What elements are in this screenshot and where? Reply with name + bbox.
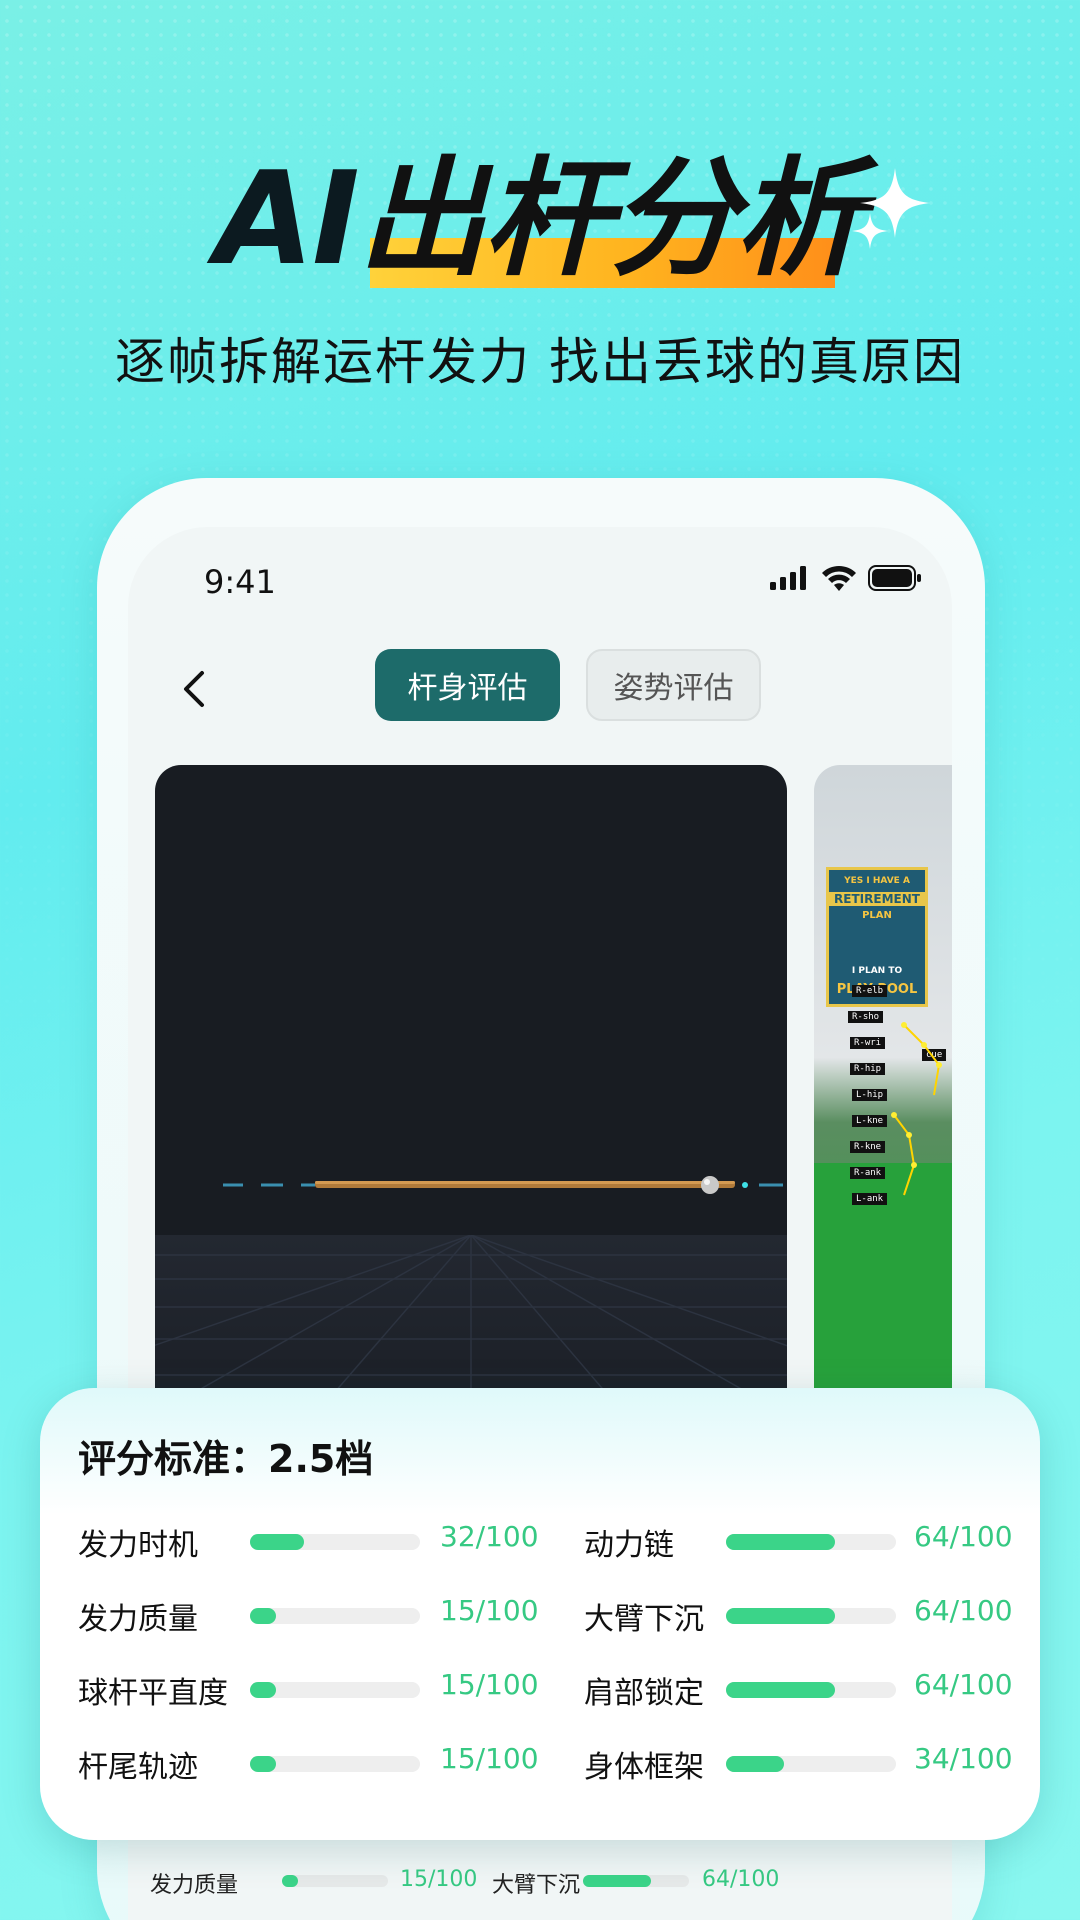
metric-label: 身体框架 xyxy=(584,1750,704,1785)
metric-label: 大臂下沉 xyxy=(584,1602,704,1637)
pose-label: L-kne xyxy=(852,1115,888,1127)
behind-card-metrics-row: 发力质量 15/100 大臂下沉 64/100 xyxy=(150,1867,902,1920)
pose-label: L-ank xyxy=(852,1193,888,1205)
metric-bar xyxy=(726,1682,896,1698)
metric-label: 发力时机 xyxy=(78,1528,198,1563)
pose-label: L-hip xyxy=(852,1089,888,1101)
metric-label: 发力质量 xyxy=(78,1602,198,1637)
back-chevron-icon[interactable] xyxy=(174,667,214,711)
score-card-title: 评分标准：2.5档 xyxy=(78,1437,374,1481)
metric-row: 肩部锁定 64/100 xyxy=(584,1664,1024,1712)
title-rest: 出杆分析 xyxy=(357,145,864,294)
page-title: AI出杆分析 xyxy=(215,150,864,290)
metric-bar-fill xyxy=(250,1756,276,1772)
metric-value: 64/100 xyxy=(702,1867,780,1892)
tab-posture-evaluation[interactable]: 姿势评估 xyxy=(586,649,761,721)
metric-bar-fill xyxy=(726,1534,835,1550)
metric-bar-fill xyxy=(250,1682,276,1698)
metric-bar-fill xyxy=(726,1756,784,1772)
score-card: 评分标准：2.5档 发力时机 32/100 动力链 64/100 发力质量 15… xyxy=(40,1388,1040,1840)
hero-subtitle: 逐帧拆解运杆发力 找出丢球的真原因 xyxy=(115,333,965,391)
metric-row: 动力链 64/100 xyxy=(584,1516,1024,1564)
metric-bar xyxy=(250,1608,420,1624)
metric-bar-fill xyxy=(282,1875,298,1887)
metric-value: 34/100 xyxy=(914,1742,1013,1775)
metric-bar xyxy=(250,1756,420,1772)
metric-value: 15/100 xyxy=(440,1594,539,1627)
title-ai: AI xyxy=(215,145,360,294)
metric-bar xyxy=(726,1756,896,1772)
pose-label: R-ank xyxy=(850,1167,886,1179)
cue-stick xyxy=(223,1176,783,1194)
metric-label: 杆尾轨迹 xyxy=(78,1750,198,1785)
metric-label: 动力链 xyxy=(584,1528,674,1563)
metric-bar xyxy=(583,1875,689,1887)
posture-photo-preview[interactable]: YES I HAVE A RETIREMENT PLAN I PLAN TO P… xyxy=(814,765,952,1415)
pose-label: R-hip xyxy=(850,1063,886,1075)
metric-bar xyxy=(726,1608,896,1624)
metric-bar xyxy=(250,1534,420,1550)
status-icons xyxy=(770,565,922,591)
metric-value: 64/100 xyxy=(914,1668,1013,1701)
metric-value: 64/100 xyxy=(914,1594,1013,1627)
signal-icon xyxy=(770,566,806,590)
wifi-icon xyxy=(822,565,856,591)
metric-row: 身体框架 34/100 xyxy=(584,1738,1024,1786)
metric-row: 球杆平直度 15/100 xyxy=(78,1664,539,1712)
tab-cue-evaluation[interactable]: 杆身评估 xyxy=(375,649,560,721)
pose-skeleton xyxy=(891,1022,942,1196)
small-sparkle-icon xyxy=(852,213,888,249)
pose-label: R-sho xyxy=(848,1011,884,1023)
metric-row: 发力质量 15/100 xyxy=(78,1590,539,1638)
metric-label: 肩部锁定 xyxy=(584,1676,704,1711)
cue-3d-view[interactable] xyxy=(155,765,787,1415)
status-time: 9:41 xyxy=(204,563,276,601)
metric-bar-fill xyxy=(726,1608,835,1624)
metric-value: 64/100 xyxy=(914,1520,1013,1553)
metric-value: 15/100 xyxy=(440,1668,539,1701)
metric-row: 发力时机 32/100 xyxy=(78,1516,539,1564)
metric-bar-fill xyxy=(583,1875,651,1887)
metric-value: 32/100 xyxy=(440,1520,539,1553)
metric-label: 球杆平直度 xyxy=(78,1676,228,1711)
metric-label: 大臂下沉 xyxy=(492,1873,581,1898)
metric-row: 大臂下沉 64/100 xyxy=(584,1590,1024,1638)
pose-label: R-elb xyxy=(852,985,888,997)
poster-line: YES I HAVE A xyxy=(844,876,910,886)
battery-icon xyxy=(868,565,921,591)
metric-row: 杆尾轨迹 15/100 xyxy=(78,1738,539,1786)
metric-label: 发力质量 xyxy=(150,1873,239,1898)
metric-bar-fill xyxy=(726,1682,835,1698)
poster-line: RETIREMENT xyxy=(829,892,925,906)
poster-line: I PLAN TO xyxy=(851,966,903,976)
metric-value: 15/100 xyxy=(400,1867,478,1892)
metric-value: 15/100 xyxy=(440,1742,539,1775)
pose-label: R-wri xyxy=(850,1037,886,1049)
metric-bar xyxy=(282,1875,388,1887)
metric-bar-fill xyxy=(250,1534,305,1550)
metric-bar-fill xyxy=(250,1608,276,1624)
pose-label: R-kne xyxy=(850,1141,886,1153)
metric-bar xyxy=(250,1682,420,1698)
metric-bar xyxy=(726,1534,896,1550)
poster-line: PLAN xyxy=(862,910,892,921)
